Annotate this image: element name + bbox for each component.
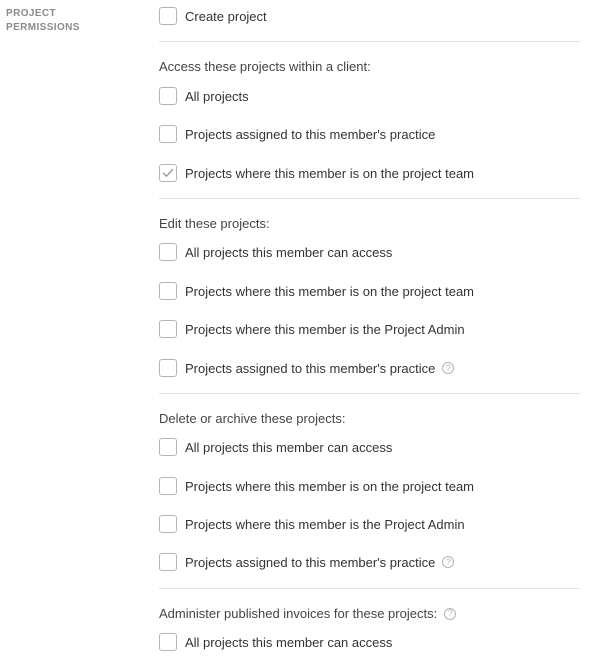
- access-project-team-checkbox[interactable]: [159, 164, 177, 182]
- divider: [159, 588, 580, 589]
- delete-option-practice[interactable]: Projects assigned to this member's pract…: [159, 552, 455, 572]
- help-icon[interactable]: ?: [442, 556, 455, 568]
- access-option-all-projects[interactable]: All projects: [159, 86, 249, 106]
- edit-practice-checkbox[interactable]: [159, 359, 177, 377]
- edit-project-team-label: Projects where this member is on the pro…: [185, 283, 475, 299]
- delete-project-admin-label: Projects where this member is the Projec…: [185, 516, 465, 532]
- delete-heading: Delete or archive these projects:: [159, 411, 345, 426]
- section-label: PROJECT PERMISSIONS: [6, 7, 116, 35]
- section-label-line2: PERMISSIONS: [6, 22, 80, 33]
- project-permissions-panel: PROJECT PERMISSIONS Create project Acces…: [0, 0, 592, 658]
- edit-option-all-access[interactable]: All projects this member can access: [159, 242, 392, 262]
- divider: [159, 41, 580, 42]
- delete-project-team-checkbox[interactable]: [159, 477, 177, 495]
- edit-heading-text: Edit these projects:: [159, 216, 270, 231]
- access-all-projects-checkbox[interactable]: [159, 87, 177, 105]
- delete-practice-label: Projects assigned to this member's pract…: [185, 554, 436, 570]
- edit-practice-label: Projects assigned to this member's pract…: [185, 360, 436, 376]
- access-heading: Access these projects within a client:: [159, 59, 371, 74]
- delete-practice-checkbox[interactable]: [159, 553, 177, 571]
- access-heading-text: Access these projects within a client:: [159, 59, 371, 74]
- divider: [159, 198, 580, 199]
- create-project-option[interactable]: Create project: [159, 6, 267, 26]
- access-project-team-label: Projects where this member is on the pro…: [185, 165, 475, 181]
- delete-option-project-admin[interactable]: Projects where this member is the Projec…: [159, 514, 465, 534]
- edit-project-team-checkbox[interactable]: [159, 282, 177, 300]
- edit-project-admin-checkbox[interactable]: [159, 320, 177, 338]
- edit-all-access-checkbox[interactable]: [159, 243, 177, 261]
- edit-all-access-label: All projects this member can access: [185, 244, 393, 260]
- help-icon[interactable]: ?: [444, 607, 457, 620]
- delete-heading-text: Delete or archive these projects:: [159, 411, 346, 426]
- edit-option-practice[interactable]: Projects assigned to this member's pract…: [159, 358, 455, 378]
- delete-all-access-checkbox[interactable]: [159, 438, 177, 456]
- invoices-all-access-checkbox[interactable]: [159, 633, 177, 651]
- create-project-label: Create project: [185, 8, 267, 24]
- access-practice-checkbox[interactable]: [159, 125, 177, 143]
- invoices-heading-text: Administer published invoices for these …: [159, 606, 438, 621]
- delete-project-team-label: Projects where this member is on the pro…: [185, 478, 475, 494]
- delete-option-all-access[interactable]: All projects this member can access: [159, 437, 392, 457]
- delete-all-access-label: All projects this member can access: [185, 439, 393, 455]
- divider: [159, 393, 580, 394]
- checkmark-icon: [162, 168, 174, 177]
- help-icon[interactable]: ?: [442, 362, 455, 374]
- access-all-projects-label: All projects: [185, 88, 249, 104]
- edit-project-admin-label: Projects where this member is the Projec…: [185, 321, 465, 337]
- invoices-option-all-access[interactable]: All projects this member can access: [159, 632, 392, 652]
- create-project-checkbox[interactable]: [159, 7, 177, 25]
- section-label-line1: PROJECT: [6, 8, 57, 19]
- invoices-all-access-label: All projects this member can access: [185, 634, 393, 650]
- edit-option-project-team[interactable]: Projects where this member is on the pro…: [159, 281, 474, 301]
- invoices-heading: Administer published invoices for these …: [159, 606, 457, 621]
- edit-heading: Edit these projects:: [159, 216, 270, 231]
- edit-option-project-admin[interactable]: Projects where this member is the Projec…: [159, 319, 465, 339]
- delete-project-admin-checkbox[interactable]: [159, 515, 177, 533]
- access-option-project-team[interactable]: Projects where this member is on the pro…: [159, 163, 474, 183]
- access-practice-label: Projects assigned to this member's pract…: [185, 126, 436, 142]
- access-option-practice[interactable]: Projects assigned to this member's pract…: [159, 124, 435, 144]
- delete-option-project-team[interactable]: Projects where this member is on the pro…: [159, 476, 474, 496]
